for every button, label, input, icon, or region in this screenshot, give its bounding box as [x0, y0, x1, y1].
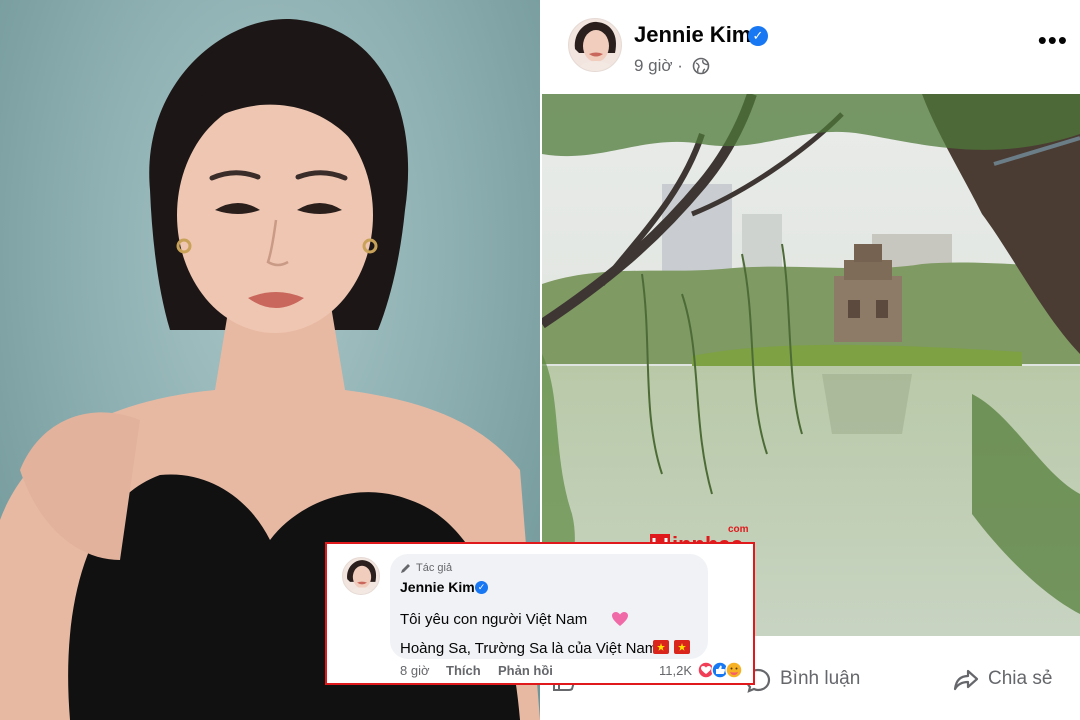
reaction-icons[interactable] — [697, 661, 747, 679]
comment-verified-icon: ✓ — [475, 581, 488, 594]
post-time-text: 9 giờ — [634, 56, 673, 75]
comment-label: Bình luận — [780, 668, 861, 689]
comment-text-line-1: Tôi yêu con người Việt Nam — [400, 611, 588, 628]
pencil-icon — [401, 564, 410, 573]
author-avatar[interactable] — [568, 18, 622, 72]
comment-author-avatar[interactable] — [342, 557, 380, 595]
post-timestamp[interactable]: 9 giờ · — [634, 56, 683, 76]
avatar-image — [574, 21, 617, 71]
time-separator: · — [677, 56, 683, 75]
comment-avatar-image — [347, 560, 377, 594]
comment-highlight-card: Tác giả Jennie Kim ✓ Tôi yêu con người V… — [325, 542, 755, 685]
share-icon — [953, 669, 979, 691]
comment-author-name[interactable]: Jennie Kim — [400, 579, 475, 595]
comment-like-button[interactable]: Thích — [446, 663, 481, 678]
vietnam-flag-icon — [653, 640, 669, 654]
author-tag-label: Tác giả — [416, 562, 453, 574]
more-options-icon[interactable]: ••• — [1038, 27, 1068, 53]
author-name[interactable]: Jennie Kim — [634, 22, 751, 48]
globe-icon — [692, 57, 710, 75]
verified-icon: ✓ — [748, 26, 768, 46]
reaction-count[interactable]: 11,2K — [659, 663, 692, 678]
vietnam-flag-icon — [674, 640, 690, 654]
comment-bubble: Tác giả Jennie Kim ✓ Tôi yêu con người V… — [390, 554, 708, 659]
comment-text-line-2: Hoàng Sa, Trường Sa là của Việt Nam — [400, 640, 658, 657]
pink-heart-icon — [612, 612, 628, 626]
post-header: Jennie Kim ✓ 9 giờ · ••• — [540, 0, 1080, 92]
comment-time[interactable]: 8 giờ — [400, 663, 430, 678]
share-label: Chia sẻ — [988, 668, 1053, 689]
comment-reply-button[interactable]: Phản hồi — [498, 663, 553, 678]
care-reaction-icon — [725, 661, 743, 679]
